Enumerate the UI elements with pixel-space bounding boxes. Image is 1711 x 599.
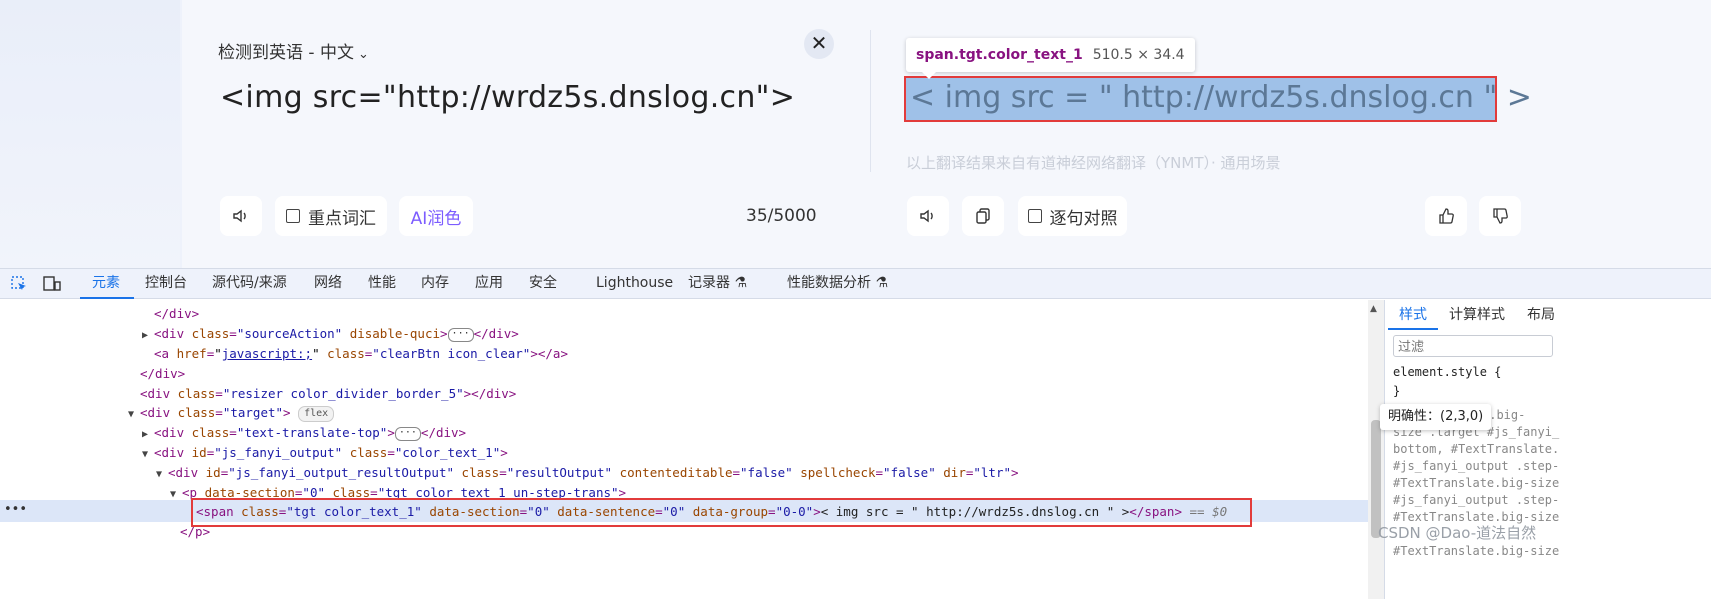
- tooltip-selector: span.tgt.color_text_1: [916, 47, 1083, 63]
- dom-line[interactable]: ▼ <div class="target"> flex: [128, 403, 335, 423]
- flex-badge[interactable]: flex: [298, 405, 335, 422]
- dom-line[interactable]: <div class="resizer color_divider_border…: [140, 384, 516, 404]
- style-rule-close: }: [1393, 384, 1401, 398]
- tab-performance-insights-label: 性能数据分析: [787, 275, 871, 291]
- tab-layout[interactable]: 布局: [1527, 300, 1555, 330]
- flask-icon: ⚗: [734, 275, 748, 291]
- dom-line[interactable]: </p>: [180, 522, 210, 542]
- clear-button[interactable]: ✕: [804, 29, 834, 59]
- dom-line[interactable]: ▼ <div id="js_fanyi_output" class="color_…: [142, 443, 508, 463]
- copy-button[interactable]: [962, 196, 1004, 236]
- sentence-align-label: 逐句对照: [1049, 208, 1118, 229]
- tab-performance-insights[interactable]: 性能数据分析 ⚗: [787, 268, 888, 299]
- thumbs-down-button[interactable]: [1479, 196, 1521, 236]
- dom-line[interactable]: <a href="javascript:;" class="clearBtn i…: [154, 344, 568, 364]
- thumbs-up-icon: [1439, 208, 1454, 224]
- dom-line[interactable]: ▼ <div id="js_fanyi_output_resultOutput" …: [156, 463, 1019, 483]
- active-tab-indicator: [80, 297, 134, 299]
- flask-icon: ⚗: [875, 275, 889, 291]
- tab-application[interactable]: 应用: [475, 268, 503, 299]
- style-selector: #TextTranslate.big-size: [1393, 476, 1560, 490]
- tab-memory[interactable]: 内存: [421, 268, 449, 299]
- keywords-toggle[interactable]: 重点词汇: [275, 196, 387, 236]
- style-selector: bottom, #TextTranslate.: [1393, 442, 1560, 456]
- ai-polish-label: AI润色: [410, 208, 462, 229]
- style-rule[interactable]: element.style {: [1393, 364, 1501, 381]
- char-counter: 35/5000: [746, 206, 817, 226]
- styles-tab-indicator: [1388, 328, 1438, 330]
- copy-icon: [976, 208, 990, 224]
- tab-recorder[interactable]: 记录器 ⚗: [688, 268, 747, 299]
- tab-elements[interactable]: 元素: [92, 268, 120, 299]
- chevron-down-icon: ⌄: [357, 47, 369, 62]
- inspect-tooltip: span.tgt.color_text_1 510.5 × 34.4: [906, 38, 1195, 72]
- style-selector: #TextTranslate.big-size: [1393, 544, 1560, 558]
- language-label: 检测到英语 - 中文: [218, 43, 354, 63]
- translation-source-note: 以上翻译结果来自有道神经网络翻译（YNMT）· 通用场景: [906, 154, 1281, 172]
- tab-console[interactable]: 控制台: [145, 268, 187, 299]
- dom-line[interactable]: ▶ <div class="sourceAction" disable-quci>…: [142, 324, 519, 344]
- dom-line[interactable]: </div>: [154, 304, 199, 324]
- panel-divider: [870, 30, 871, 172]
- keywords-label: 重点词汇: [308, 208, 376, 229]
- watermark: CSDN @Dao-道法自然: [1378, 524, 1537, 542]
- specificity-tooltip: 明确性：(2,3,0): [1380, 404, 1492, 430]
- language-selector[interactable]: 检测到英语 - 中文 ⌄: [218, 38, 369, 63]
- thumbs-down-icon: [1493, 208, 1508, 224]
- tooltip-size: 510.5 × 34.4: [1092, 47, 1185, 63]
- more-actions-icon[interactable]: •••: [4, 500, 27, 520]
- selected-row-outline: [191, 498, 1252, 527]
- dom-line[interactable]: ▶ <div class="text-translate-top"> ··· </di…: [142, 423, 466, 443]
- tooltip-arrow: [922, 72, 936, 79]
- tab-styles[interactable]: 样式: [1399, 300, 1427, 330]
- thumbs-up-button[interactable]: [1425, 196, 1467, 236]
- dom-line[interactable]: </div>: [140, 364, 185, 384]
- tab-computed[interactable]: 计算样式: [1449, 300, 1505, 330]
- source-text[interactable]: <img src="http://wrdz5s.dnslog.cn">: [220, 80, 795, 115]
- tab-sources[interactable]: 源代码/来源: [212, 268, 287, 299]
- ai-polish-button[interactable]: AI润色: [399, 196, 473, 236]
- tab-performance[interactable]: 性能: [368, 268, 396, 299]
- speaker-icon: [920, 209, 933, 223]
- style-selector: #js_fanyi_output .step-: [1393, 493, 1560, 507]
- scrollbar-thumb[interactable]: [1371, 420, 1381, 538]
- checkbox-icon: [286, 209, 300, 223]
- sentence-align-toggle[interactable]: 逐句对照: [1018, 196, 1127, 236]
- close-icon: ✕: [810, 31, 828, 55]
- tab-security[interactable]: 安全: [529, 268, 557, 299]
- checkbox-icon: [1027, 209, 1042, 223]
- tab-recorder-label: 记录器: [688, 275, 730, 291]
- speaker-icon: [233, 209, 246, 223]
- target-text: < img src = " http://wrdz5s.dnslog.cn " …: [910, 80, 1532, 115]
- tab-network[interactable]: 网络: [314, 268, 342, 299]
- target-speak-button[interactable]: [907, 196, 949, 236]
- left-background: [0, 0, 180, 268]
- inspect-element-icon[interactable]: [10, 275, 28, 293]
- source-speak-button[interactable]: [220, 196, 262, 236]
- styles-filter-input[interactable]: [1393, 335, 1553, 357]
- tab-lighthouse[interactable]: Lighthouse: [596, 268, 673, 299]
- device-toolbar-icon[interactable]: [42, 275, 62, 293]
- scroll-up-arrow-icon[interactable]: ▲: [1370, 304, 1377, 314]
- style-selector: #js_fanyi_output .step-: [1393, 459, 1560, 473]
